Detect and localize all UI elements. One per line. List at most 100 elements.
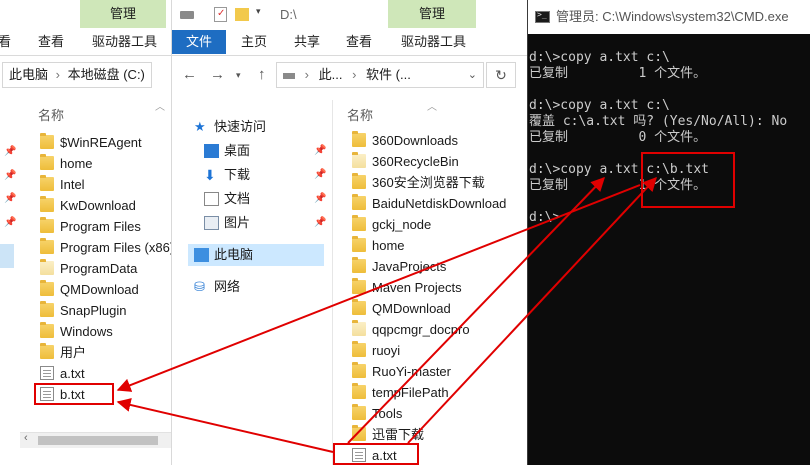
file-name: JavaProjects xyxy=(372,259,447,274)
file-name: Windows xyxy=(60,324,113,339)
back-arrow-icon[interactable]: ← xyxy=(182,66,197,83)
file-name: BaiduNetdiskDownload xyxy=(372,196,507,211)
tab-file[interactable]: 文件 xyxy=(172,30,226,54)
folder-icon xyxy=(40,196,54,212)
folder-icon xyxy=(352,278,366,294)
annotation-box-left-b-txt xyxy=(34,383,114,405)
annotation-box-mid-a-txt xyxy=(333,443,419,465)
folder-icon xyxy=(40,175,54,191)
mid-breadcrumb-drive[interactable]: 软件 (... xyxy=(366,67,411,82)
cmd-window: 管理员: C:\Windows\system32\CMD.exe d:\>cop… xyxy=(527,0,810,465)
folder-icon xyxy=(40,343,54,359)
file-name: Program Files (x86) xyxy=(60,240,172,255)
refresh-button[interactable]: ↻ xyxy=(486,62,516,88)
file-name: 用户 xyxy=(60,345,87,360)
nav-item-network[interactable]: ⛁ 网络 xyxy=(194,276,314,298)
navigation-pane: ★ 快速访问 桌面 📌 ⬇ 下载 📌 文档 📌 图片 📌 此电脑 ⛁ 网络 xyxy=(172,100,332,465)
file-name: $WinREAgent xyxy=(60,135,142,150)
nav-item-document[interactable]: 文档 📌 xyxy=(204,188,326,210)
file-name: 360Downloads xyxy=(372,133,459,148)
folder-icon xyxy=(40,217,54,233)
mid-file-list: 360Downloads 360RecycleBin 360安全浏览器下载 Baidu… xyxy=(352,130,527,465)
pin-icon: 📌 xyxy=(314,145,327,156)
folder-icon xyxy=(352,215,366,231)
pin-icon: 📌 xyxy=(4,170,17,181)
folder-icon xyxy=(40,322,54,338)
left-address-bar[interactable]: 此电脑 › 本地磁盘 (C:) xyxy=(2,62,152,88)
nav-item-label: 此电脑 xyxy=(214,247,254,262)
file-name: Intel xyxy=(60,177,85,192)
tab-drive-tools[interactable]: 驱动器工具 xyxy=(401,30,466,54)
sort-chevron-icon: ︿ xyxy=(427,102,437,113)
recent-dropdown-icon[interactable]: ▾ xyxy=(236,70,241,81)
file-name: SnapPlugin xyxy=(60,303,127,318)
forward-arrow-icon[interactable]: → xyxy=(210,66,225,83)
folder-icon xyxy=(352,362,366,378)
file-name: QMDownload xyxy=(372,301,451,316)
nav-item-computer[interactable]: 此电脑 xyxy=(188,244,324,266)
cmd-line: d:\>copy a.txt c:\ xyxy=(529,50,670,65)
folder-icon xyxy=(40,238,54,254)
tab-share[interactable]: 共享 xyxy=(294,30,320,54)
folder-icon xyxy=(40,133,54,149)
mid-breadcrumb-pc[interactable]: 此... xyxy=(319,67,343,82)
mid-address-bar[interactable]: › 此... › 软件 (... ⌄ xyxy=(276,62,484,88)
left-tab-view-partial[interactable]: 看 xyxy=(0,30,11,54)
cmd-line: 覆盖 c:\a.txt 吗? (Yes/No/All): No xyxy=(529,114,788,129)
pin-icon: 📌 xyxy=(314,217,327,228)
nav-item-label: 文档 xyxy=(224,191,251,206)
tab-view[interactable]: 查看 xyxy=(346,30,372,54)
breadcrumb-sep-icon: › xyxy=(304,67,309,82)
file-name: home xyxy=(60,156,93,171)
file-name: RuoYi-master xyxy=(372,364,451,379)
document-icon xyxy=(204,192,219,206)
mid-column-name[interactable]: 名称 xyxy=(347,105,373,124)
left-selection-strip xyxy=(0,244,14,268)
nav-item-download[interactable]: ⬇ 下载 📌 xyxy=(204,164,326,186)
folder-icon xyxy=(352,341,366,357)
left-file-list: $WinREAgent home Intel KwDownload Program Fi… xyxy=(40,132,172,412)
folder-icon xyxy=(40,154,54,170)
file-name: tempFilePath xyxy=(372,385,449,400)
left-breadcrumb-c-drive[interactable]: 本地磁盘 (C:) xyxy=(68,67,145,82)
scroll-left-icon[interactable]: ‹ xyxy=(24,432,28,444)
left-column-name[interactable]: 名称 xyxy=(38,105,64,124)
left-ctx-tab-manage[interactable]: 管理 xyxy=(80,0,166,28)
mid-ribbon: 管理 文件 主页 共享 查看 驱动器工具 xyxy=(172,0,527,56)
left-scroll-thumb[interactable] xyxy=(38,436,158,445)
nav-item-label: 下载 xyxy=(224,167,251,182)
star-icon: ★ xyxy=(194,119,206,134)
middle-explorer-window: ✓ ▾ D:\ 管理 文件 主页 共享 查看 驱动器工具 ← → ▾ ↑ › 此… xyxy=(172,0,527,465)
refresh-icon: ↻ xyxy=(495,67,507,83)
up-arrow-icon[interactable]: ↑ xyxy=(258,66,266,83)
address-drive-icon xyxy=(283,72,295,79)
folder-icon xyxy=(352,194,366,210)
nav-item-star[interactable]: ★ 快速访问 xyxy=(194,116,314,138)
network-icon: ⛁ xyxy=(194,279,205,294)
nav-item-label: 网络 xyxy=(214,279,241,294)
nav-item-label: 图片 xyxy=(224,215,251,230)
folder-icon xyxy=(352,236,366,252)
tab-home[interactable]: 主页 xyxy=(241,30,267,54)
mid-ctx-tab-manage[interactable]: 管理 xyxy=(388,0,476,28)
file-name: KwDownload xyxy=(60,198,136,213)
nav-item-picture[interactable]: 图片 📌 xyxy=(204,212,327,234)
folder-icon xyxy=(352,173,366,189)
left-tab-view[interactable]: 查看 xyxy=(38,30,64,54)
cmd-titlebar: 管理员: C:\Windows\system32\CMD.exe xyxy=(528,0,810,34)
desktop-icon xyxy=(204,144,219,158)
cmd-line: d:\>copy a.txt c:\ xyxy=(529,98,670,113)
folder-icon xyxy=(40,301,54,317)
address-dropdown-icon[interactable]: ⌄ xyxy=(468,63,477,87)
pane-divider[interactable] xyxy=(332,100,333,465)
nav-item-desktop[interactable]: 桌面 📌 xyxy=(204,140,327,162)
left-breadcrumb-pc[interactable]: 此电脑 xyxy=(9,67,48,82)
left-tab-drive-tools[interactable]: 驱动器工具 xyxy=(92,30,157,54)
folder-icon xyxy=(40,280,54,296)
left-horizontal-scrollbar[interactable]: ‹ xyxy=(20,432,171,448)
cmd-line: d:\> xyxy=(529,210,561,225)
file-name: ruoyi xyxy=(372,343,401,358)
file-name: home xyxy=(372,238,405,253)
pin-icon: 📌 xyxy=(4,217,17,228)
cmd-line: 已复制 0 个文件。 xyxy=(529,130,707,145)
